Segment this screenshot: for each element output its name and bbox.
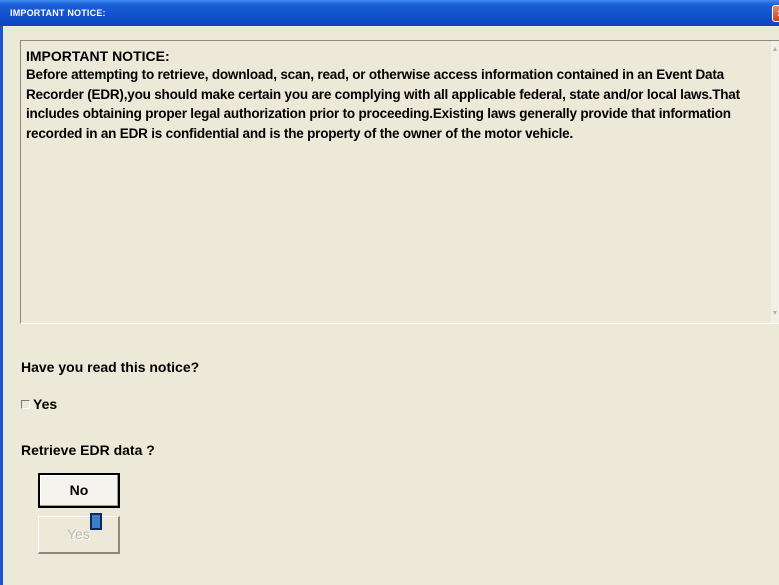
title-bar[interactable]: IMPORTANT NOTICE: × bbox=[0, 0, 779, 26]
window-title: IMPORTANT NOTICE: bbox=[10, 8, 106, 18]
read-confirm-checkbox[interactable] bbox=[21, 400, 30, 409]
window-border bbox=[0, 26, 3, 585]
close-icon[interactable]: × bbox=[772, 5, 779, 22]
scroll-up-icon[interactable]: ▲ bbox=[771, 45, 779, 55]
retrieve-edr-question: Retrieve EDR data ? bbox=[21, 442, 155, 458]
notice-dialog: IMPORTANT NOTICE: × IMPORTANT NOTICE: Be… bbox=[0, 0, 779, 585]
scrollbar[interactable]: ▲ ▼ bbox=[771, 41, 779, 323]
scroll-down-icon[interactable]: ▼ bbox=[771, 309, 779, 319]
yes-button[interactable]: Yes bbox=[38, 516, 120, 554]
read-notice-question: Have you read this notice? bbox=[21, 359, 200, 375]
notice-heading: IMPORTANT NOTICE: bbox=[26, 48, 170, 64]
notice-text-area[interactable]: IMPORTANT NOTICE: Before attempting to r… bbox=[20, 40, 779, 324]
mouse-cursor-icon bbox=[90, 513, 102, 530]
notice-body: Before attempting to retrieve, download,… bbox=[26, 67, 740, 141]
read-confirm-label[interactable]: Yes bbox=[33, 396, 57, 412]
no-button[interactable]: No bbox=[38, 473, 120, 508]
